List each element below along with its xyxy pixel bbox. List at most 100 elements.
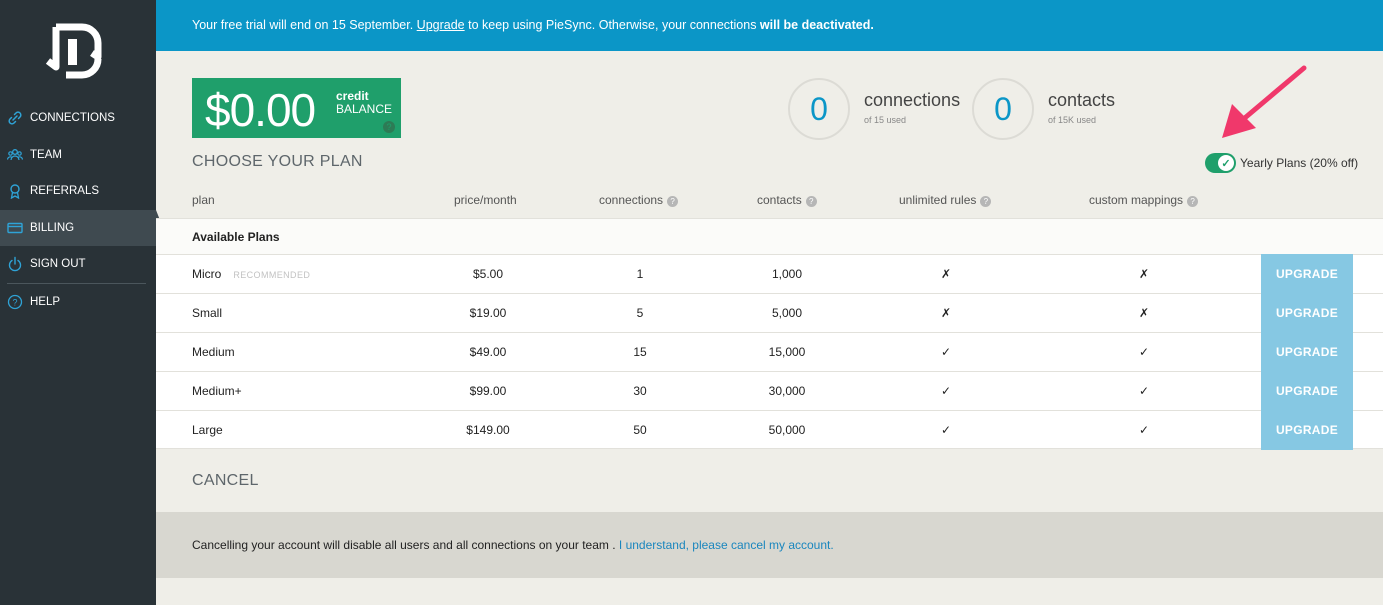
cross-icon: ✗ (1138, 267, 1150, 281)
header-custom-mappings: custom mappings? (1089, 193, 1199, 207)
plan-name: Large (192, 423, 223, 437)
sidebar-item-help[interactable]: ? HELP (0, 284, 156, 321)
help-icon[interactable]: ? (805, 196, 817, 207)
plan-name: Medium (192, 345, 235, 359)
sidebar-item-label: CONNECTIONS (30, 112, 115, 125)
header-contacts: contacts? (757, 193, 817, 207)
header-plan: plan (192, 193, 215, 207)
cancel-box: Cancelling your account will disable all… (156, 512, 1383, 578)
table-row: Large $149.00 50 50,000 ✓ ✓ UPGRADE (156, 410, 1383, 450)
sidebar-item-sign-out[interactable]: SIGN OUT (0, 246, 156, 283)
check-icon: ✓ (1218, 155, 1234, 171)
plan-contacts: 30,000 (768, 384, 806, 398)
credit-label: credit (336, 89, 369, 103)
plan-name: Medium+ (192, 384, 242, 398)
yearly-plans-toggle[interactable]: ✓ Yearly Plans (20% off) (1205, 153, 1358, 173)
recommended-badge: RECOMMENDED (233, 270, 311, 280)
sidebar-item-label: BILLING (30, 221, 75, 234)
power-icon (7, 256, 23, 272)
help-icon: ? (7, 294, 23, 310)
plan-contacts: 50,000 (768, 423, 806, 437)
cross-icon: ✗ (940, 267, 952, 281)
piesync-logo[interactable] (42, 21, 110, 81)
table-row: Small $19.00 5 5,000 ✗ ✗ UPGRADE (156, 293, 1383, 333)
sidebar-item-label: SIGN OUT (30, 258, 86, 271)
credit-help-icon[interactable]: ? (383, 121, 395, 133)
check-icon: ✓ (1138, 423, 1150, 437)
cancel-title: CANCEL (192, 472, 259, 489)
plan-connections: 1 (636, 267, 644, 281)
contacts-usage: of 15K used (1048, 115, 1097, 125)
plan-contacts: 5,000 (771, 306, 803, 320)
banner-warning: will be deactivated. (759, 18, 874, 32)
credit-amount: $0.00 (205, 84, 316, 136)
cancel-warning-text: Cancelling your account will disable all… (192, 538, 619, 552)
choose-plan-title: CHOOSE YOUR PLAN (192, 153, 363, 170)
cross-icon: ✗ (1138, 306, 1150, 320)
plan-price: $5.00 (472, 267, 504, 281)
header-price: price/month (454, 193, 517, 207)
help-icon[interactable]: ? (980, 196, 992, 207)
upgrade-link[interactable]: Upgrade (417, 18, 465, 32)
plans-table-header: plan price/month connections? contacts? … (156, 190, 1383, 218)
yearly-plans-label: Yearly Plans (20% off) (1240, 156, 1359, 170)
sidebar-nav: CONNECTIONS TEAM REFERRALS BILLING SIGN … (0, 100, 163, 321)
table-row: Medium $49.00 15 15,000 ✓ ✓ UPGRADE (156, 332, 1383, 372)
trial-banner: Your free trial will end on 15 September… (156, 0, 1383, 51)
plans-table-body: Micro RECOMMENDED $5.00 1 1,000 ✗ ✗ UPGRA… (156, 254, 1383, 450)
sidebar-item-label: HELP (30, 295, 61, 308)
plan-connections: 15 (633, 345, 647, 359)
plan-connections: 30 (633, 384, 647, 398)
connections-label: connections (864, 90, 961, 110)
table-row: Medium+ $99.00 30 30,000 ✓ ✓ UPGRADE (156, 371, 1383, 411)
upgrade-button[interactable]: UPGRADE (1261, 410, 1353, 450)
check-icon: ✓ (940, 423, 952, 437)
connections-count: 0 (788, 78, 850, 140)
help-icon[interactable]: ? (667, 196, 679, 207)
banner-text: Your free trial will end on 15 September… (192, 18, 417, 32)
contacts-count: 0 (972, 78, 1034, 140)
available-plans-heading: Available Plans (156, 218, 1383, 255)
sidebar-item-connections[interactable]: CONNECTIONS (0, 100, 156, 137)
help-icon[interactable]: ? (1187, 196, 1199, 207)
plan-price: $149.00 (466, 423, 510, 437)
sidebar-item-team[interactable]: TEAM (0, 137, 156, 174)
link-icon (7, 110, 23, 126)
plan-name: Micro (192, 267, 222, 281)
plan-connections: 5 (636, 306, 644, 320)
sidebar-item-label: TEAM (30, 148, 62, 161)
plan-price: $99.00 (469, 384, 507, 398)
upgrade-button[interactable]: UPGRADE (1261, 371, 1353, 411)
card-icon (7, 220, 23, 236)
credit-balance-box: $0.00 credit BALANCE ? (192, 78, 401, 138)
sidebar-item-label: REFERRALS (30, 185, 100, 198)
connections-usage: of 15 used (864, 115, 907, 125)
award-icon (7, 183, 23, 200)
plan-contacts: 15,000 (768, 345, 806, 359)
check-icon: ✓ (940, 384, 952, 398)
plan-contacts: 1,000 (771, 267, 803, 281)
balance-label: BALANCE (336, 102, 393, 116)
cancel-account-link[interactable]: I understand, please cancel my account. (619, 538, 834, 552)
contacts-label: contacts (1048, 90, 1116, 110)
sidebar-item-billing[interactable]: BILLING (0, 209, 163, 246)
sidebar-item-referrals[interactable]: REFERRALS (0, 173, 156, 210)
cross-icon: ✗ (940, 306, 952, 320)
header-connections: connections? (599, 193, 679, 207)
check-icon: ✓ (1138, 384, 1150, 398)
table-row: Micro RECOMMENDED $5.00 1 1,000 ✗ ✗ UPGRA… (156, 254, 1383, 294)
check-icon: ✓ (940, 345, 952, 359)
svg-text:?: ? (12, 297, 17, 307)
sidebar: CONNECTIONS TEAM REFERRALS BILLING SIGN … (0, 0, 163, 605)
upgrade-button[interactable]: UPGRADE (1261, 254, 1353, 294)
upgrade-button[interactable]: UPGRADE (1261, 332, 1353, 372)
pointer-arrow-icon (1222, 65, 1307, 138)
toggle-switch[interactable]: ✓ (1205, 153, 1236, 173)
check-icon: ✓ (1138, 345, 1150, 359)
plan-connections: 50 (633, 423, 647, 437)
header-unlimited-rules: unlimited rules? (899, 193, 992, 207)
plan-price: $49.00 (469, 345, 507, 359)
plan-name: Small (192, 306, 223, 320)
banner-text: to keep using PieSync. Otherwise, your c… (464, 18, 760, 32)
upgrade-button[interactable]: UPGRADE (1261, 293, 1353, 333)
